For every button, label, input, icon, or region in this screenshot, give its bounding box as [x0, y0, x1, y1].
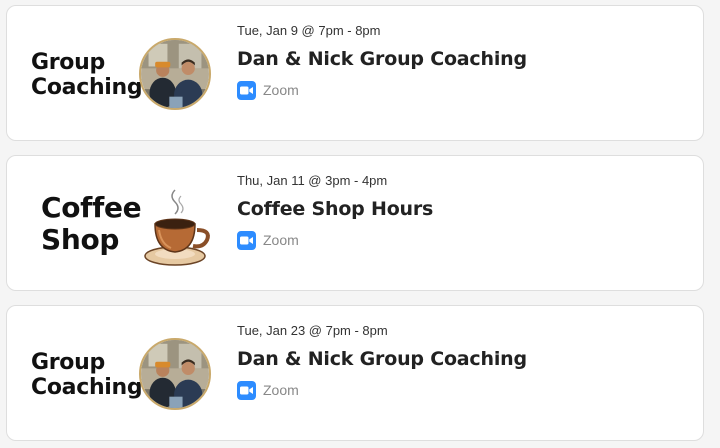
thumbnail-caption-line: Group	[31, 350, 105, 375]
event-card[interactable]: Group Coaching	[6, 305, 704, 441]
thumbnail-caption-line: Coaching	[31, 375, 143, 400]
event-location: Zoom	[237, 380, 683, 400]
event-title[interactable]: Dan & Nick Group Coaching	[237, 347, 683, 371]
event-location: Zoom	[237, 230, 683, 250]
event-list: Group Coaching Tue, Jan 9 @ 7pm - 8pm Da…	[0, 0, 720, 448]
event-location: Zoom	[237, 80, 683, 100]
thumbnail-caption: Group Coaching	[31, 350, 143, 400]
event-location-label: Zoom	[263, 82, 299, 98]
event-card[interactable]: Group Coaching	[6, 5, 704, 141]
zoom-icon	[237, 80, 256, 100]
event-info: Tue, Jan 9 @ 7pm - 8pm Dan & Nick Group …	[237, 22, 683, 100]
thumbnail-caption-line: Shop	[41, 223, 120, 256]
event-info: Thu, Jan 11 @ 3pm - 4pm Coffee Shop Hour…	[237, 172, 683, 250]
event-date: Thu, Jan 11 @ 3pm - 4pm	[237, 173, 388, 188]
event-title[interactable]: Dan & Nick Group Coaching	[237, 47, 683, 71]
event-location-label: Zoom	[263, 232, 299, 248]
coaches-photo	[139, 338, 211, 410]
event-location-label: Zoom	[263, 382, 299, 398]
event-title[interactable]: Coffee Shop Hours	[237, 197, 683, 221]
event-thumbnail: Group Coaching	[17, 320, 223, 428]
zoom-icon	[237, 230, 256, 250]
thumbnail-caption-line: Coaching	[31, 75, 143, 100]
thumbnail-caption: Group Coaching	[31, 50, 143, 100]
coaches-photo	[139, 38, 211, 110]
event-card[interactable]: Coffee Shop Thu, Jan 11 @ 3pm - 4pm Coff…	[6, 155, 704, 291]
thumbnail-caption-line: Coffee	[41, 191, 142, 224]
event-thumbnail: Group Coaching	[17, 20, 223, 128]
event-date: Tue, Jan 23 @ 7pm - 8pm	[237, 323, 388, 338]
event-thumbnail: Coffee Shop	[17, 170, 223, 278]
coffee-cup-illustration	[143, 182, 213, 272]
event-info: Tue, Jan 23 @ 7pm - 8pm Dan & Nick Group…	[237, 322, 683, 400]
thumbnail-caption: Coffee Shop	[41, 191, 142, 256]
thumbnail-caption-line: Group	[31, 50, 105, 75]
zoom-icon	[237, 380, 256, 400]
event-date: Tue, Jan 9 @ 7pm - 8pm	[237, 23, 381, 38]
